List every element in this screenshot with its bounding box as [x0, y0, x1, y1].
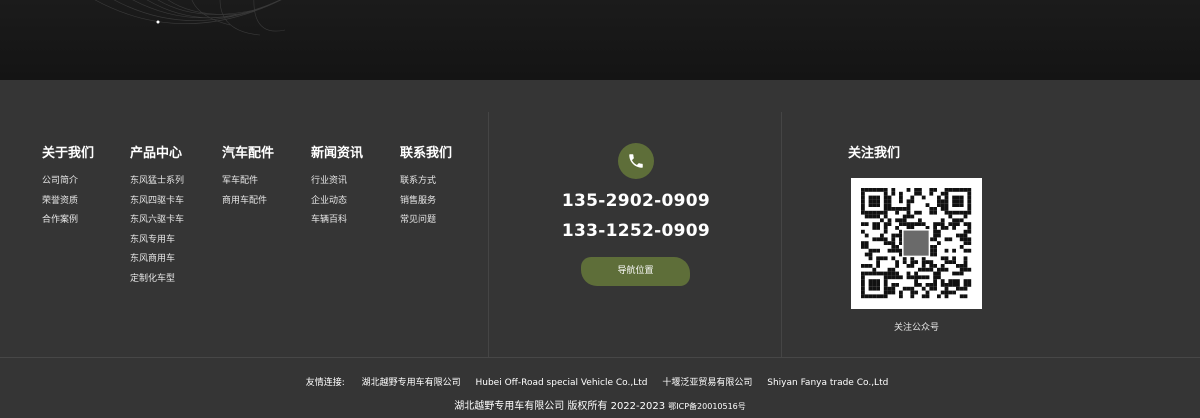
nav-column-about: 关于我们 公司简介 荣誉资质 合作案例 [42, 146, 94, 234]
globe-decoration [94, 0, 286, 36]
navigation-location-button[interactable]: 导航位置 [581, 257, 690, 286]
phone-number-primary[interactable]: 135-2902-0909 [536, 191, 736, 211]
nav-link[interactable]: 商用车配件 [222, 195, 274, 215]
nav-link[interactable]: 企业动态 [311, 195, 363, 215]
nav-column-title[interactable]: 关于我们 [42, 146, 94, 162]
phone-icon [618, 143, 654, 179]
follow-us-title: 关注我们 [847, 146, 900, 161]
nav-link[interactable]: 公司简介 [42, 175, 94, 195]
nav-link[interactable]: 联系方式 [400, 175, 452, 195]
copyright-line: 湖北越野专用车有限公司 版权所有 2022-2023 鄂ICP备20010516… [0, 400, 1200, 413]
nav-link[interactable]: 东风猛士系列 [130, 175, 184, 195]
nav-link[interactable]: 荣誉资质 [42, 195, 94, 215]
copyright-text: 湖北越野专用车有限公司 版权所有 2022-2023 [454, 401, 666, 412]
nav-link[interactable]: 常见问题 [400, 214, 452, 234]
top-banner-band [0, 0, 1200, 80]
phone-number-secondary[interactable]: 133-1252-0909 [536, 221, 736, 241]
nav-column-parts: 汽车配件 军车配件 商用车配件 [222, 146, 274, 214]
nav-column-products: 产品中心 东风猛士系列 东风四驱卡车 东风六驱卡车 东风专用车 东风商用车 定制… [130, 146, 184, 292]
nav-link[interactable]: 行业资讯 [311, 175, 363, 195]
nav-link[interactable]: 定制化车型 [130, 273, 184, 293]
nav-link[interactable]: 东风四驱卡车 [130, 195, 184, 215]
nav-column-contact: 联系我们 联系方式 销售服务 常见问题 [400, 146, 452, 234]
friend-link[interactable]: 十堰泛亚贸易有限公司 [662, 377, 752, 389]
nav-link[interactable]: 合作案例 [42, 214, 94, 234]
friend-links: 友情连接: 湖北越野专用车有限公司 Hubei Off-Road special… [0, 377, 1200, 389]
qr-logo [902, 229, 931, 258]
nav-column-news: 新闻资讯 行业资讯 企业动态 车辆百科 [311, 146, 363, 234]
nav-link[interactable]: 销售服务 [400, 195, 452, 215]
column-divider [781, 112, 782, 358]
friend-link[interactable]: Hubei Off-Road special Vehicle Co.,Ltd [476, 377, 648, 389]
friend-links-label: 友情连接: [305, 378, 345, 388]
nav-link[interactable]: 军车配件 [222, 175, 274, 195]
friend-link[interactable]: Shiyan Fanya trade Co.,Ltd [767, 377, 888, 389]
nav-link[interactable]: 东风专用车 [130, 234, 184, 254]
icp-license-link[interactable]: 鄂ICP备20010516号 [668, 402, 746, 411]
qr-caption: 关注公众号 [893, 323, 939, 333]
nav-column-title[interactable]: 新闻资讯 [311, 146, 363, 162]
nav-link[interactable]: 东风六驱卡车 [130, 214, 184, 234]
friend-link[interactable]: 湖北越野专用车有限公司 [362, 377, 461, 389]
nav-link[interactable]: 车辆百科 [311, 214, 363, 234]
nav-link[interactable]: 东风商用车 [130, 253, 184, 273]
wechat-qr-code [851, 178, 982, 309]
footer-divider [0, 357, 1200, 358]
nav-column-title[interactable]: 联系我们 [400, 146, 452, 162]
nav-column-title[interactable]: 汽车配件 [222, 146, 274, 162]
nav-column-title[interactable]: 产品中心 [130, 146, 184, 162]
column-divider [488, 112, 489, 358]
